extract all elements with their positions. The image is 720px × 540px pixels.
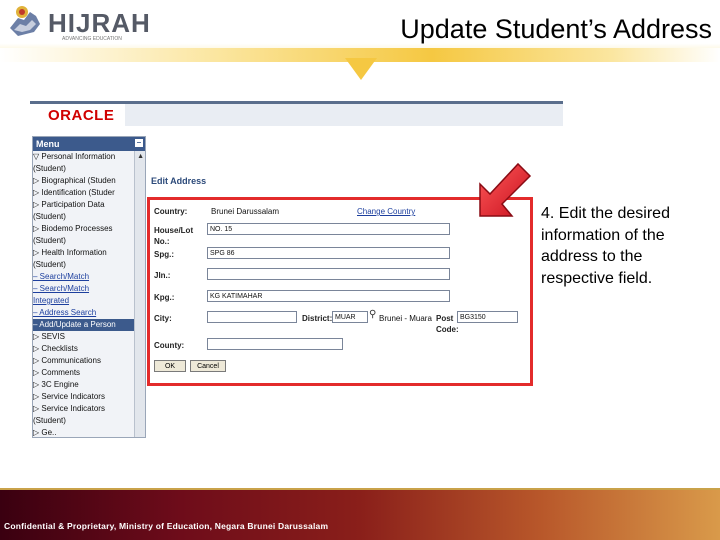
form-title: Edit Address	[151, 176, 207, 186]
menu-item[interactable]: – Search/Match	[33, 283, 145, 295]
menu-item[interactable]: – Address Search	[33, 307, 145, 319]
instruction-note: 4. Edit the desired information of the a…	[541, 205, 670, 287]
menu-item: (Student)	[33, 236, 66, 245]
jln-label: Jln.:	[154, 271, 171, 280]
edit-address-form: Country: Brunei Darussalam Change Countr…	[147, 197, 533, 386]
city-label: City:	[154, 314, 172, 323]
county-input[interactable]	[207, 338, 343, 350]
menu-item[interactable]: ▷ Ge..	[33, 427, 145, 437]
menu-item[interactable]: ▷ Service Indicators	[33, 391, 145, 403]
menu-item[interactable]: ▷ Participation Data	[33, 199, 145, 211]
navigation-menu: Menu – ▲ ▽ Personal Information (Student…	[32, 136, 146, 438]
menu-item[interactable]: ▷ Communications	[33, 355, 145, 367]
search-icon[interactable]: ⚲	[369, 309, 376, 320]
county-label: County:	[154, 341, 185, 350]
country-value: Brunei Darussalam	[211, 207, 280, 216]
menu-scrollbar[interactable]	[134, 151, 145, 437]
kpg-input[interactable]: KG KATIMAHAR	[207, 290, 450, 302]
menu-header: Menu –	[33, 137, 145, 151]
jln-input[interactable]	[207, 268, 450, 280]
menu-item[interactable]: ▽ Personal Information	[33, 151, 145, 163]
brunei-map-icon	[10, 6, 40, 36]
district-input[interactable]: MUAR	[332, 311, 368, 323]
menu-item[interactable]: ▷ Biographical (Studen	[33, 175, 145, 187]
oracle-logo: ORACLE	[48, 107, 115, 124]
logo-subtitle: ADVANCING EDUCATION	[62, 36, 122, 42]
menu-item[interactable]: ▷ Comments	[33, 367, 145, 379]
spg-input[interactable]: SPG 86	[207, 247, 450, 259]
menu-item[interactable]: – Add/Update a Person	[33, 319, 145, 331]
menu-item[interactable]: ▷ Identification (Studer	[33, 187, 145, 199]
menu-item: (Student)	[33, 164, 66, 173]
spg-label: Spg.:	[154, 250, 174, 259]
house-input[interactable]: NO. 15	[207, 223, 450, 235]
cancel-button[interactable]: Cancel	[190, 360, 226, 372]
slide-footer	[0, 490, 720, 540]
menu-item[interactable]: Integrated	[33, 295, 145, 307]
footer-text: Confidential & Proprietary, Ministry of …	[4, 521, 329, 531]
district-description: Brunei - Muara	[379, 314, 432, 323]
post-label: Post	[436, 314, 454, 323]
menu-item[interactable]: ▷ Service Indicators	[33, 403, 145, 415]
menu-item: (Student)	[33, 416, 66, 425]
header-notch	[345, 58, 377, 80]
menu-item[interactable]: ▷ Checklists	[33, 343, 145, 355]
menu-title: Menu	[36, 139, 60, 149]
ok-button[interactable]: OK	[154, 360, 186, 372]
house-label: House/Lot	[154, 226, 194, 235]
country-label: Country:	[154, 207, 188, 216]
city-input[interactable]	[207, 311, 297, 323]
menu-item: (Student)	[33, 260, 66, 269]
minimize-icon[interactable]: –	[135, 139, 143, 147]
app-banner-strip	[125, 104, 563, 126]
scroll-up-icon[interactable]: ▲	[137, 153, 144, 160]
house-label-line2: No.:	[154, 237, 170, 246]
post-label-line2: Code:	[436, 325, 459, 334]
menu-item[interactable]: ▷ 3C Engine	[33, 379, 145, 391]
app-screenshot: ORACLE Menu – ▲ ▽ Personal Information (…	[30, 101, 563, 438]
menu-item[interactable]: ▷ SEVIS	[33, 331, 145, 343]
district-label: District:	[302, 314, 333, 323]
logo-text: HIJRAH	[48, 8, 151, 38]
post-code-input[interactable]: BG3150	[457, 311, 518, 323]
menu-item[interactable]: – Search/Match	[33, 271, 145, 283]
menu-list: ▽ Personal Information (Student) ▷ Biogra…	[33, 151, 145, 437]
menu-item[interactable]: ▷ Biodemo Processes	[33, 223, 145, 235]
change-country-link[interactable]: Change Country	[357, 207, 415, 216]
menu-item[interactable]: ▷ Health Information	[33, 247, 145, 259]
hijrah-logo: HIJRAH ADVANCING EDUCATION	[4, 2, 154, 44]
menu-item: (Student)	[33, 212, 66, 221]
callout-arrow-icon	[479, 162, 532, 217]
slide-title: Update Student’s Address	[400, 14, 712, 44]
kpg-label: Kpg.:	[154, 293, 175, 302]
